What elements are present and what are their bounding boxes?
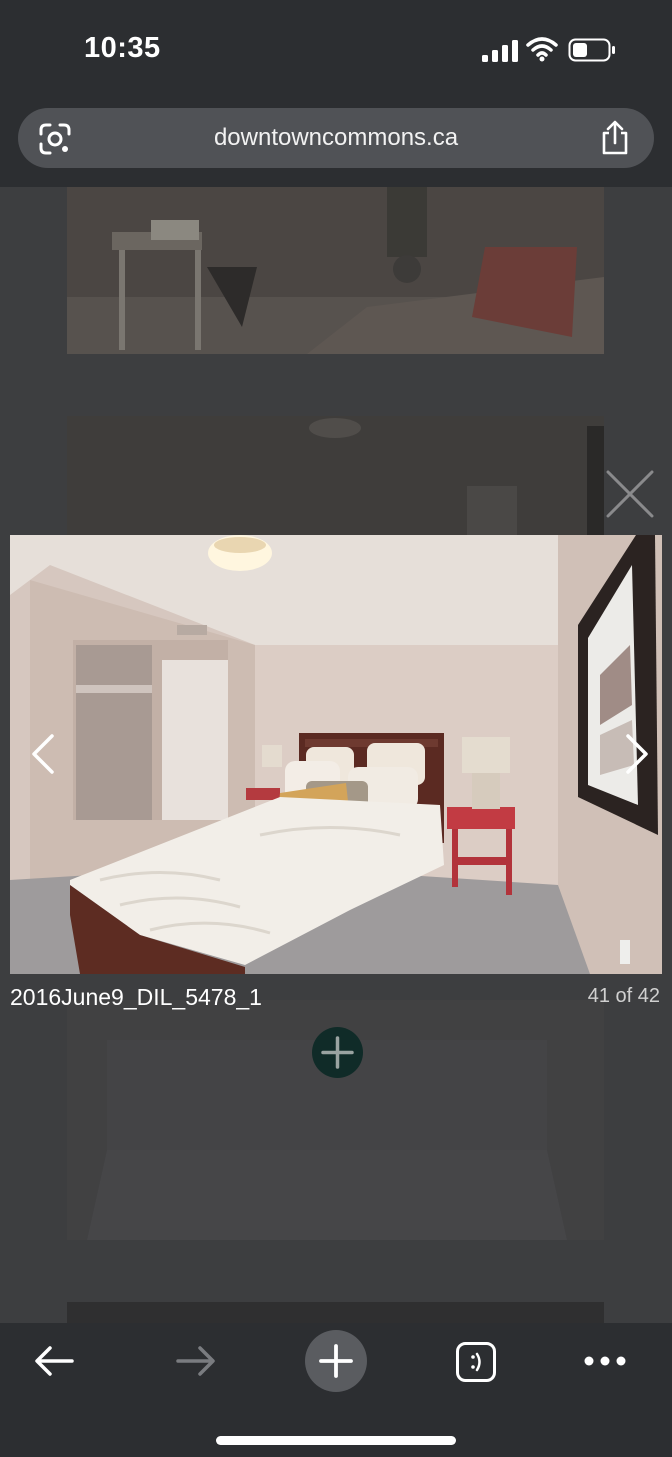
chevron-right-icon[interactable]	[622, 732, 652, 776]
arrow-right-icon[interactable]	[172, 1343, 220, 1379]
tab-switcher-icon[interactable]	[455, 1341, 497, 1383]
more-horizontal-icon[interactable]	[582, 1351, 628, 1371]
close-icon[interactable]	[604, 468, 656, 520]
status-bar: 10:35	[0, 0, 672, 100]
url-text[interactable]: downtowncommons.ca	[18, 124, 654, 152]
status-time: 10:35	[84, 32, 161, 64]
cellular-signal-icon	[482, 40, 518, 62]
plus-icon	[321, 1036, 354, 1069]
bedroom-photo	[10, 535, 662, 974]
gallery-thumbnail[interactable]	[67, 416, 604, 546]
share-icon[interactable]	[598, 120, 632, 156]
browser-address-area: downtowncommons.ca	[0, 100, 672, 187]
image-caption: 2016June9_DIL_5478_1	[10, 984, 262, 1010]
image-counter: 41 of 42	[587, 985, 660, 1007]
plus-icon	[319, 1344, 353, 1378]
add-button[interactable]	[312, 1027, 363, 1078]
browser-toolbar	[0, 1323, 672, 1457]
chevron-left-icon[interactable]	[28, 732, 58, 776]
arrow-left-icon[interactable]	[30, 1343, 78, 1379]
lightbox-image	[10, 535, 662, 974]
new-tab-button[interactable]	[305, 1330, 367, 1392]
gallery-thumbnail[interactable]	[67, 1302, 604, 1323]
home-indicator[interactable]	[216, 1436, 456, 1445]
battery-icon	[568, 38, 615, 62]
wifi-icon	[526, 37, 558, 62]
gallery-thumbnail[interactable]	[67, 187, 604, 354]
address-bar[interactable]: downtowncommons.ca	[18, 108, 654, 168]
